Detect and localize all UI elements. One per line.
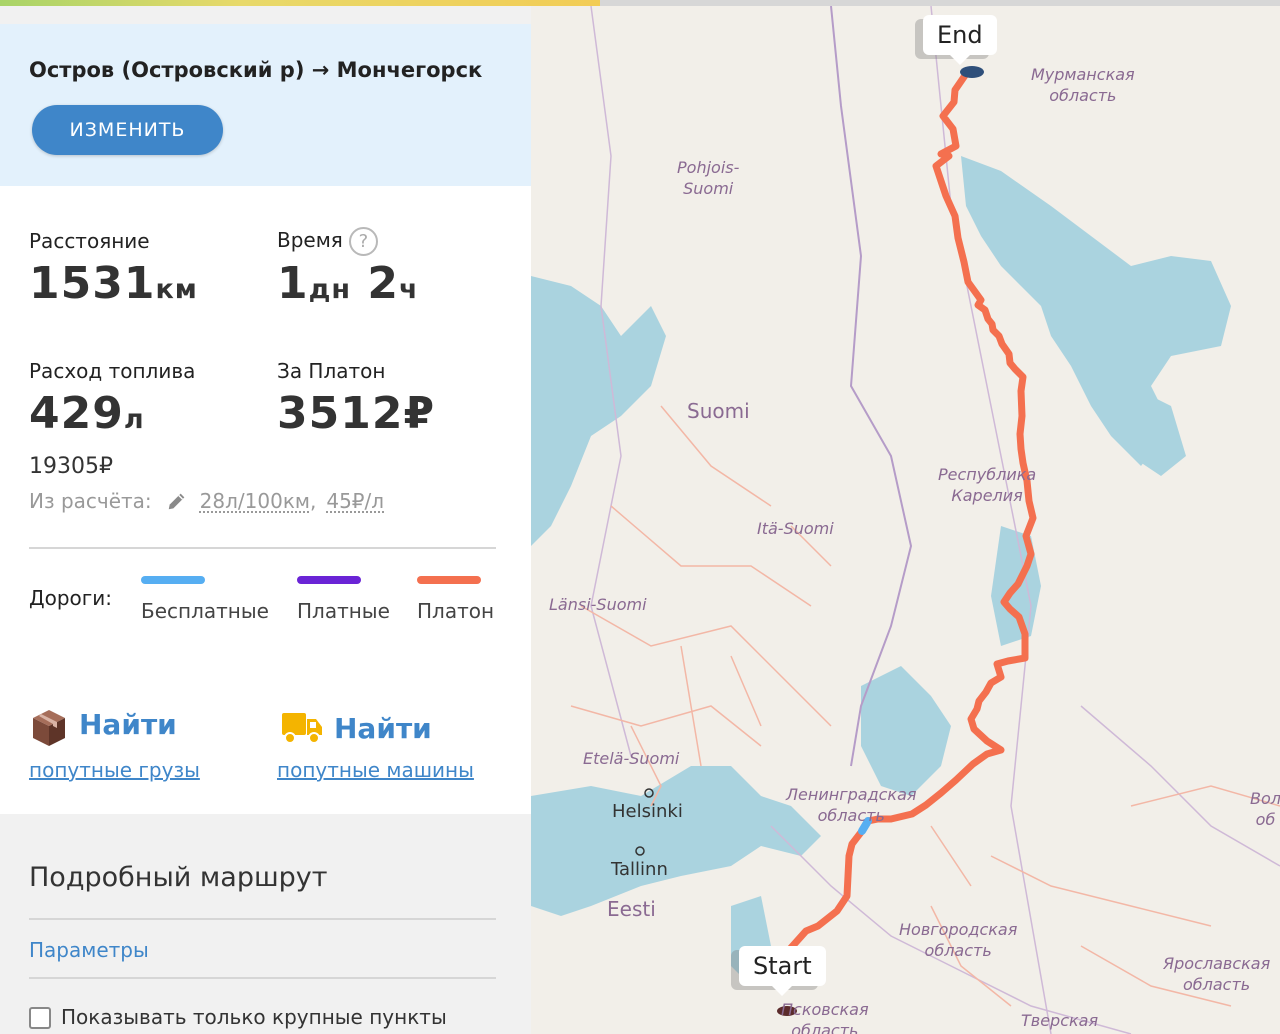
calc-price-link[interactable]: 45₽/л [326, 489, 384, 513]
detailed-route-title: Подробный маршрут [29, 862, 328, 893]
find-cargo-link[interactable]: попутные грузы [29, 758, 200, 782]
end-label: End [923, 15, 997, 65]
map-label-yaroslavl: Ярославская область [1163, 954, 1271, 994]
find-cargo-word[interactable]: Найти [79, 708, 177, 741]
end-marker[interactable] [960, 66, 984, 78]
time-value: 1дн 2ч [277, 258, 419, 309]
pencil-icon[interactable] [166, 490, 188, 512]
map-label-helsinki: Helsinki [612, 801, 683, 822]
platon-roads-line [417, 576, 481, 584]
progress-fill [0, 0, 600, 6]
calc-separator: , [309, 489, 317, 513]
box-icon [33, 710, 65, 746]
free-roads-line [141, 576, 205, 584]
calculation-basis: Из расчёта: 28л/100км, 45₽/л [29, 489, 384, 513]
details-divider-top [29, 918, 496, 920]
fuel-cost: 19305₽ [29, 454, 113, 479]
time-label: Время? [277, 227, 378, 256]
map-label-volog: Вол об [1250, 789, 1280, 829]
fuel-label: Расход топлива [29, 359, 196, 383]
white-sea [961, 156, 1231, 466]
edit-route-button[interactable]: ИЗМЕНИТЬ [32, 105, 223, 155]
calc-consumption-link[interactable]: 28л/100км [200, 489, 310, 513]
truck-icon [282, 713, 322, 744]
route-header: Остров (Островский р) → Мончегорск ИЗМЕН… [0, 24, 531, 186]
platon-value: 3512₽ [277, 388, 436, 439]
map-label-leningrad: Ленинградская область [786, 785, 917, 825]
major-points-checkbox[interactable] [29, 1007, 51, 1029]
map-label-lansi: Länsi-Suomi [549, 595, 647, 614]
regional-border-4 [1080, 705, 1280, 867]
toll-roads-label: Платные [297, 599, 390, 623]
major-points-label[interactable]: Показывать только крупные пункты [61, 1005, 447, 1029]
map-label-karelia: Республика Карелия [938, 465, 1037, 505]
sidebar: Остров (Островский р) → Мончегорск ИЗМЕН… [0, 0, 531, 1034]
toll-roads-line [297, 576, 361, 584]
route-map[interactable]: Мурманская область Pohjois- Suomi Suomi Ре… [531, 6, 1280, 1034]
map-label-pskov: Псковская область [781, 1000, 869, 1034]
stats-divider [29, 547, 496, 549]
map-label-tallinn: Tallinn [611, 859, 668, 880]
distance-label: Расстояние [29, 229, 150, 253]
map-label-tver: Тверская [1021, 1011, 1099, 1030]
gulf-of-finland [531, 766, 821, 916]
page-progress-bar [0, 0, 1280, 6]
map-label-murmansk: Мурманская область [1031, 65, 1135, 105]
finland-border [830, 6, 913, 767]
map-label-pohjois: Pohjois- Suomi [677, 158, 740, 198]
help-icon[interactable]: ? [348, 227, 378, 256]
map-label-novgorod: Новгородская область [899, 920, 1018, 960]
map-label-suomi: Suomi [687, 399, 750, 423]
route-stats-panel: Расстояние 1531км Время? 1дн 2ч Расход т… [0, 186, 531, 814]
calc-label: Из расчёта: [29, 489, 152, 513]
lake-ladoga [861, 666, 951, 796]
find-trucks-link[interactable]: попутные машины [277, 758, 474, 782]
platon-roads-label: Платон [417, 599, 495, 623]
route-title: Остров (Островский р) → Мончегорск [29, 58, 483, 82]
parameters-link[interactable]: Параметры [29, 938, 149, 962]
details-divider-bottom [29, 977, 496, 979]
free-roads-label: Бесплатные [141, 599, 269, 623]
fuel-value: 429л [29, 388, 145, 439]
map-label-etela: Etelä-Suomi [583, 749, 680, 768]
platon-label: За Платон [277, 359, 386, 383]
map-label-ita: Itä-Suomi [757, 519, 834, 538]
roads-label: Дороги: [29, 586, 113, 610]
gulf-of-bothnia [531, 276, 666, 546]
start-label: Start [739, 946, 826, 996]
distance-value: 1531км [29, 258, 198, 309]
map-label-eesti: Eesti [607, 897, 656, 921]
find-trucks-word[interactable]: Найти [334, 712, 432, 745]
